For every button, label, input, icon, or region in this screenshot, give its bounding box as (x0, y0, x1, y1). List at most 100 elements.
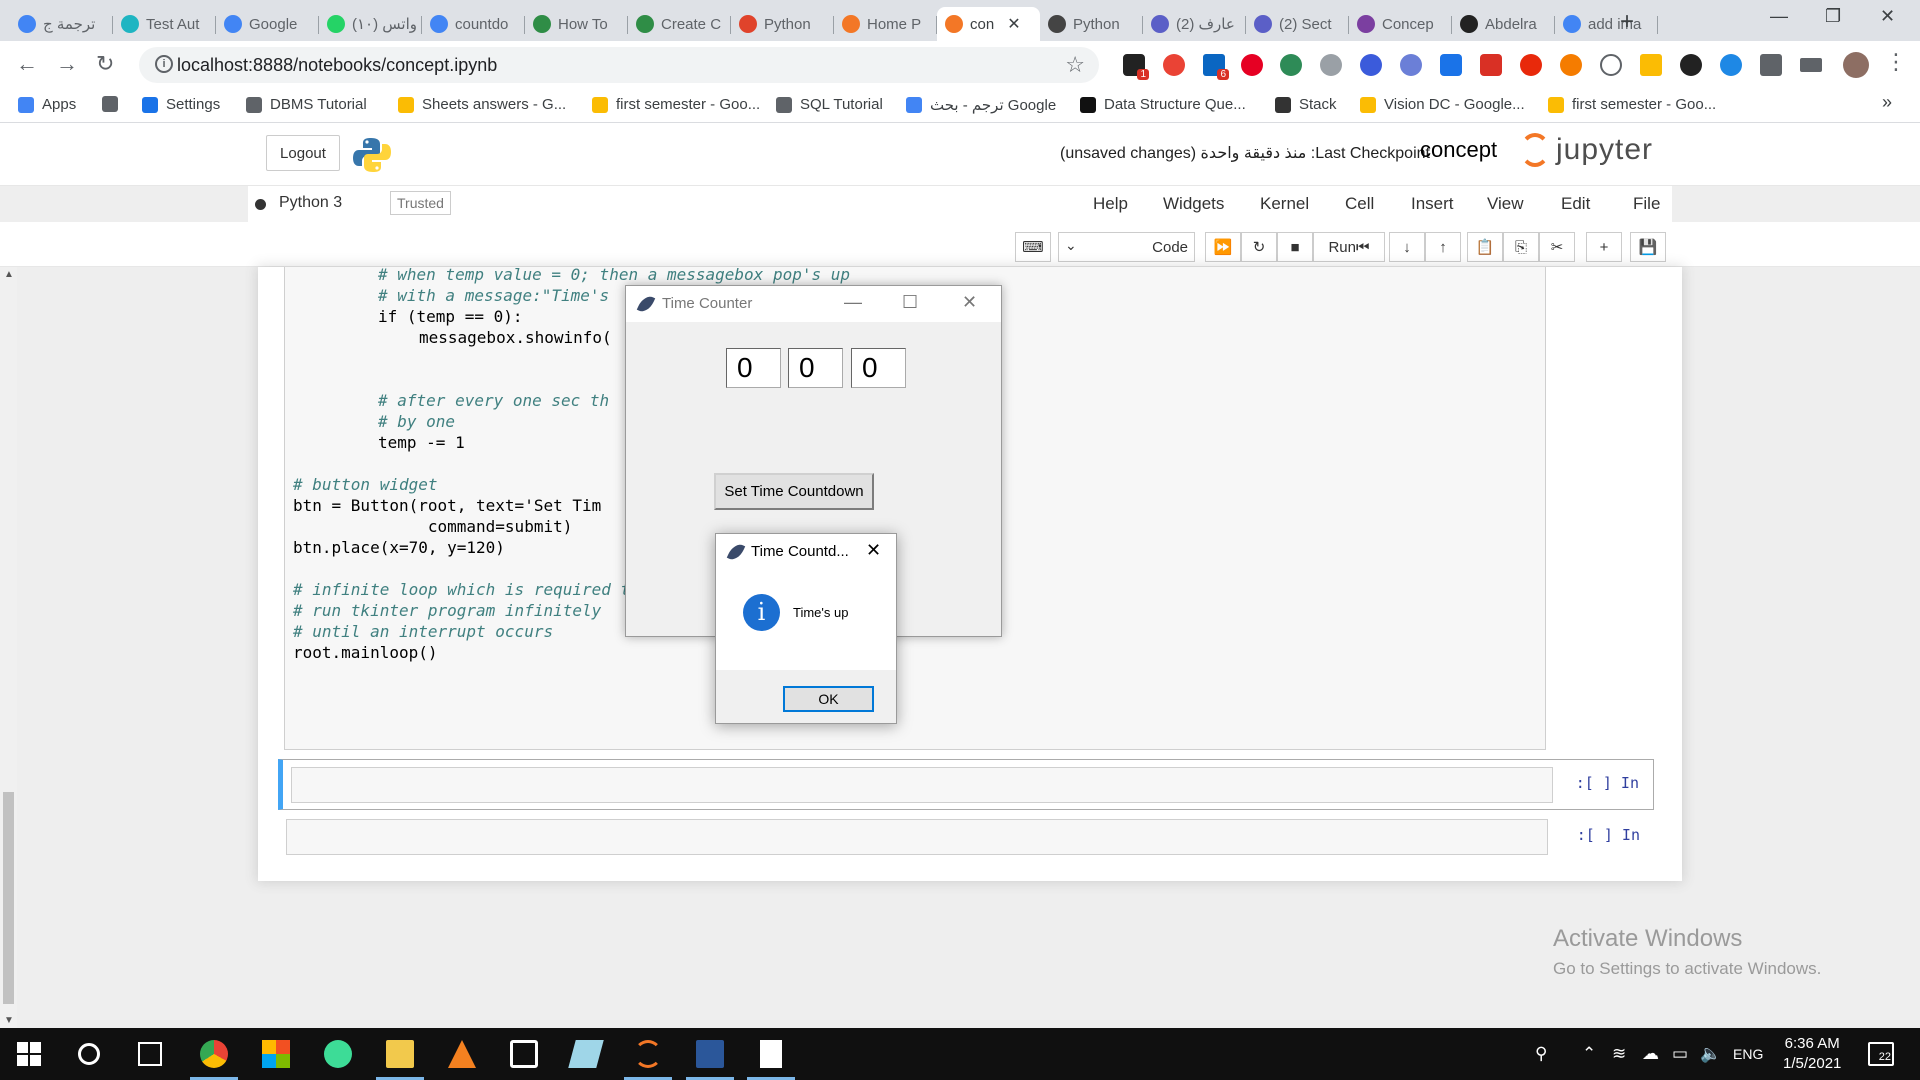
code-line[interactable]: btn.place(x=70, y=120) (293, 537, 505, 558)
browser-tab[interactable]: ترجمة ج (10, 7, 113, 41)
menu-help[interactable]: Help (1093, 194, 1128, 214)
orange-extension-icon[interactable] (1560, 54, 1582, 76)
menu-view[interactable]: View (1487, 194, 1524, 214)
jupyter-logo[interactable]: jupyter (1520, 133, 1653, 167)
paste-cell-icon[interactable]: 📋 (1467, 232, 1503, 262)
sync-extension-icon[interactable] (1680, 54, 1702, 76)
puzzle-extensions-icon[interactable] (1760, 54, 1782, 76)
wifi-icon[interactable]: ≋ (1612, 1044, 1626, 1064)
command-palette-keyboard-icon[interactable]: ⌨ (1015, 232, 1051, 262)
extension-grey-icon[interactable] (1320, 54, 1342, 76)
document-icon[interactable] (760, 1040, 782, 1068)
code-line[interactable]: # run tkinter program infinitely (293, 600, 601, 621)
bookmark-star-icon[interactable]: ☆ (1065, 52, 1085, 78)
restore-window-icon[interactable]: ❐ (1825, 6, 1841, 27)
menu-insert[interactable]: Insert (1411, 194, 1454, 214)
map-pin-app-icon[interactable] (324, 1040, 352, 1068)
notebook-name[interactable]: concept (1420, 137, 1497, 163)
run-all-fast-forward-icon[interactable]: ⏩ (1205, 232, 1241, 262)
code-line[interactable]: root.mainloop() (293, 642, 438, 663)
cell-type-select[interactable]: ⌄ Code (1058, 232, 1195, 262)
tk-window-titlebar[interactable]: Time Counter — ☐ ✕ (626, 286, 1001, 322)
close-window-icon[interactable]: ✕ (1880, 6, 1895, 27)
browser-tab[interactable]: (2) Sect (1246, 7, 1349, 41)
input-language[interactable]: ENG (1733, 1046, 1763, 1062)
cell-input[interactable] (286, 819, 1548, 855)
app-frame-icon[interactable] (510, 1040, 538, 1068)
browser-tab[interactable]: con ✕ (937, 7, 1040, 41)
volume-icon[interactable]: 🔈 (1700, 1044, 1721, 1064)
code-line[interactable]: temp -= 1 (378, 432, 465, 453)
copy-cell-icon[interactable]: ⎘ (1503, 232, 1539, 262)
move-cell-up-icon[interactable]: ↑ (1425, 232, 1461, 262)
k-extension-icon[interactable] (1360, 54, 1382, 76)
bookmark-item[interactable]: DBMS Tutorial (246, 96, 367, 113)
browser-tab[interactable]: (2) عارف (1143, 7, 1246, 41)
browser-menu-icon[interactable]: ⋮ (1885, 49, 1907, 75)
task-view-icon[interactable] (138, 1042, 162, 1066)
browser-tab[interactable]: Python (731, 7, 834, 41)
file-explorer-icon[interactable] (386, 1040, 414, 1068)
browser-tab[interactable]: How To (525, 7, 628, 41)
profile-avatar[interactable] (1843, 52, 1869, 78)
restart-kernel-icon[interactable]: ↻ (1241, 232, 1277, 262)
pinterest-icon[interactable] (1241, 54, 1263, 76)
code-line[interactable]: # button widget (293, 474, 438, 495)
code-line[interactable]: # by one (378, 411, 455, 432)
code-line[interactable]: # infinite loop which is required to (293, 579, 640, 600)
browser-tab[interactable]: Google (216, 7, 319, 41)
tk-close-icon[interactable]: ✕ (962, 292, 977, 313)
extension-red-icon[interactable] (1163, 54, 1185, 76)
empty-cell[interactable]: :[ ] In (278, 812, 1654, 863)
word-icon[interactable] (696, 1040, 724, 1068)
w-extension-icon[interactable] (1640, 54, 1662, 76)
seconds-entry[interactable]: 0 (851, 348, 906, 388)
code-line[interactable]: messagebox.showinfo( (419, 327, 612, 348)
address-bar[interactable]: i localhost:8888/notebooks/concept.ipynb… (139, 47, 1099, 83)
bookmark-item[interactable]: Settings (142, 96, 220, 113)
browser-tab[interactable]: (١٠) واتس (319, 7, 422, 41)
taskbar-clock[interactable]: 6:36 AM 1/5/2021 (1783, 1034, 1841, 1074)
menu-edit[interactable]: Edit (1561, 194, 1590, 214)
bookmark-item[interactable]: first semester - Goo... (1548, 96, 1716, 113)
windows-start-icon[interactable] (17, 1042, 41, 1066)
app-tiles-icon[interactable] (262, 1040, 290, 1068)
save-checkpoint-icon[interactable]: 💾 (1630, 232, 1666, 262)
globe-extension-icon[interactable] (1280, 54, 1302, 76)
messagebox-titlebar[interactable]: Time Countd... ✕ (716, 534, 896, 570)
bookmark-item[interactable]: Sheets answers - G... (398, 96, 566, 113)
browser-tab[interactable]: Create C (628, 7, 731, 41)
scroll-down-arrow-icon[interactable]: ▼ (4, 1015, 14, 1026)
browser-tab[interactable]: countdo (422, 7, 525, 41)
bookmark-item[interactable] (102, 96, 126, 112)
logout-button[interactable]: Logout (266, 135, 340, 171)
kernel-name[interactable]: Python 3 (279, 194, 342, 212)
bookmark-item[interactable]: first semester - Goo... (592, 96, 760, 113)
notepad-app-icon[interactable] (568, 1040, 604, 1068)
forward-icon[interactable]: → (56, 51, 78, 77)
browser-tab[interactable]: Abdelra (1452, 7, 1555, 41)
cloud-icon[interactable]: ☁ (1642, 1044, 1659, 1064)
bookmark-item[interactable]: ترجم - بحث Google (906, 96, 1056, 114)
menu-cell[interactable]: Cell (1345, 194, 1374, 214)
reading-list-icon[interactable] (1800, 58, 1822, 72)
times-up-messagebox[interactable]: Time Countd... ✕ i Time's up OK (715, 533, 897, 724)
search-cortana-icon[interactable] (78, 1043, 100, 1065)
messagebox-close-icon[interactable]: ✕ (866, 540, 881, 561)
m-extension-icon[interactable] (1480, 54, 1502, 76)
bookmark-item[interactable]: SQL Tutorial (776, 96, 883, 113)
extension-badge-icon[interactable]: 1 (1123, 54, 1149, 80)
more-bookmarks-icon[interactable]: » (1882, 92, 1892, 113)
ok-button[interactable]: OK (783, 686, 874, 712)
browser-tab[interactable]: Test Aut (113, 7, 216, 41)
tk-maximize-icon[interactable]: ☐ (902, 292, 918, 313)
vlc-icon[interactable] (448, 1040, 476, 1068)
notification-center-icon[interactable]: 22 (1868, 1042, 1894, 1066)
trusted-badge[interactable]: Trusted (390, 191, 451, 215)
code-line[interactable]: command=submit) (293, 516, 573, 537)
bookmark-item[interactable]: Apps (18, 96, 76, 113)
cell-input[interactable] (291, 767, 1553, 803)
minutes-entry[interactable]: 0 (788, 348, 843, 388)
browser-tab[interactable]: Home P (834, 7, 937, 41)
code-line[interactable]: # with a message:"Time's (378, 285, 609, 306)
